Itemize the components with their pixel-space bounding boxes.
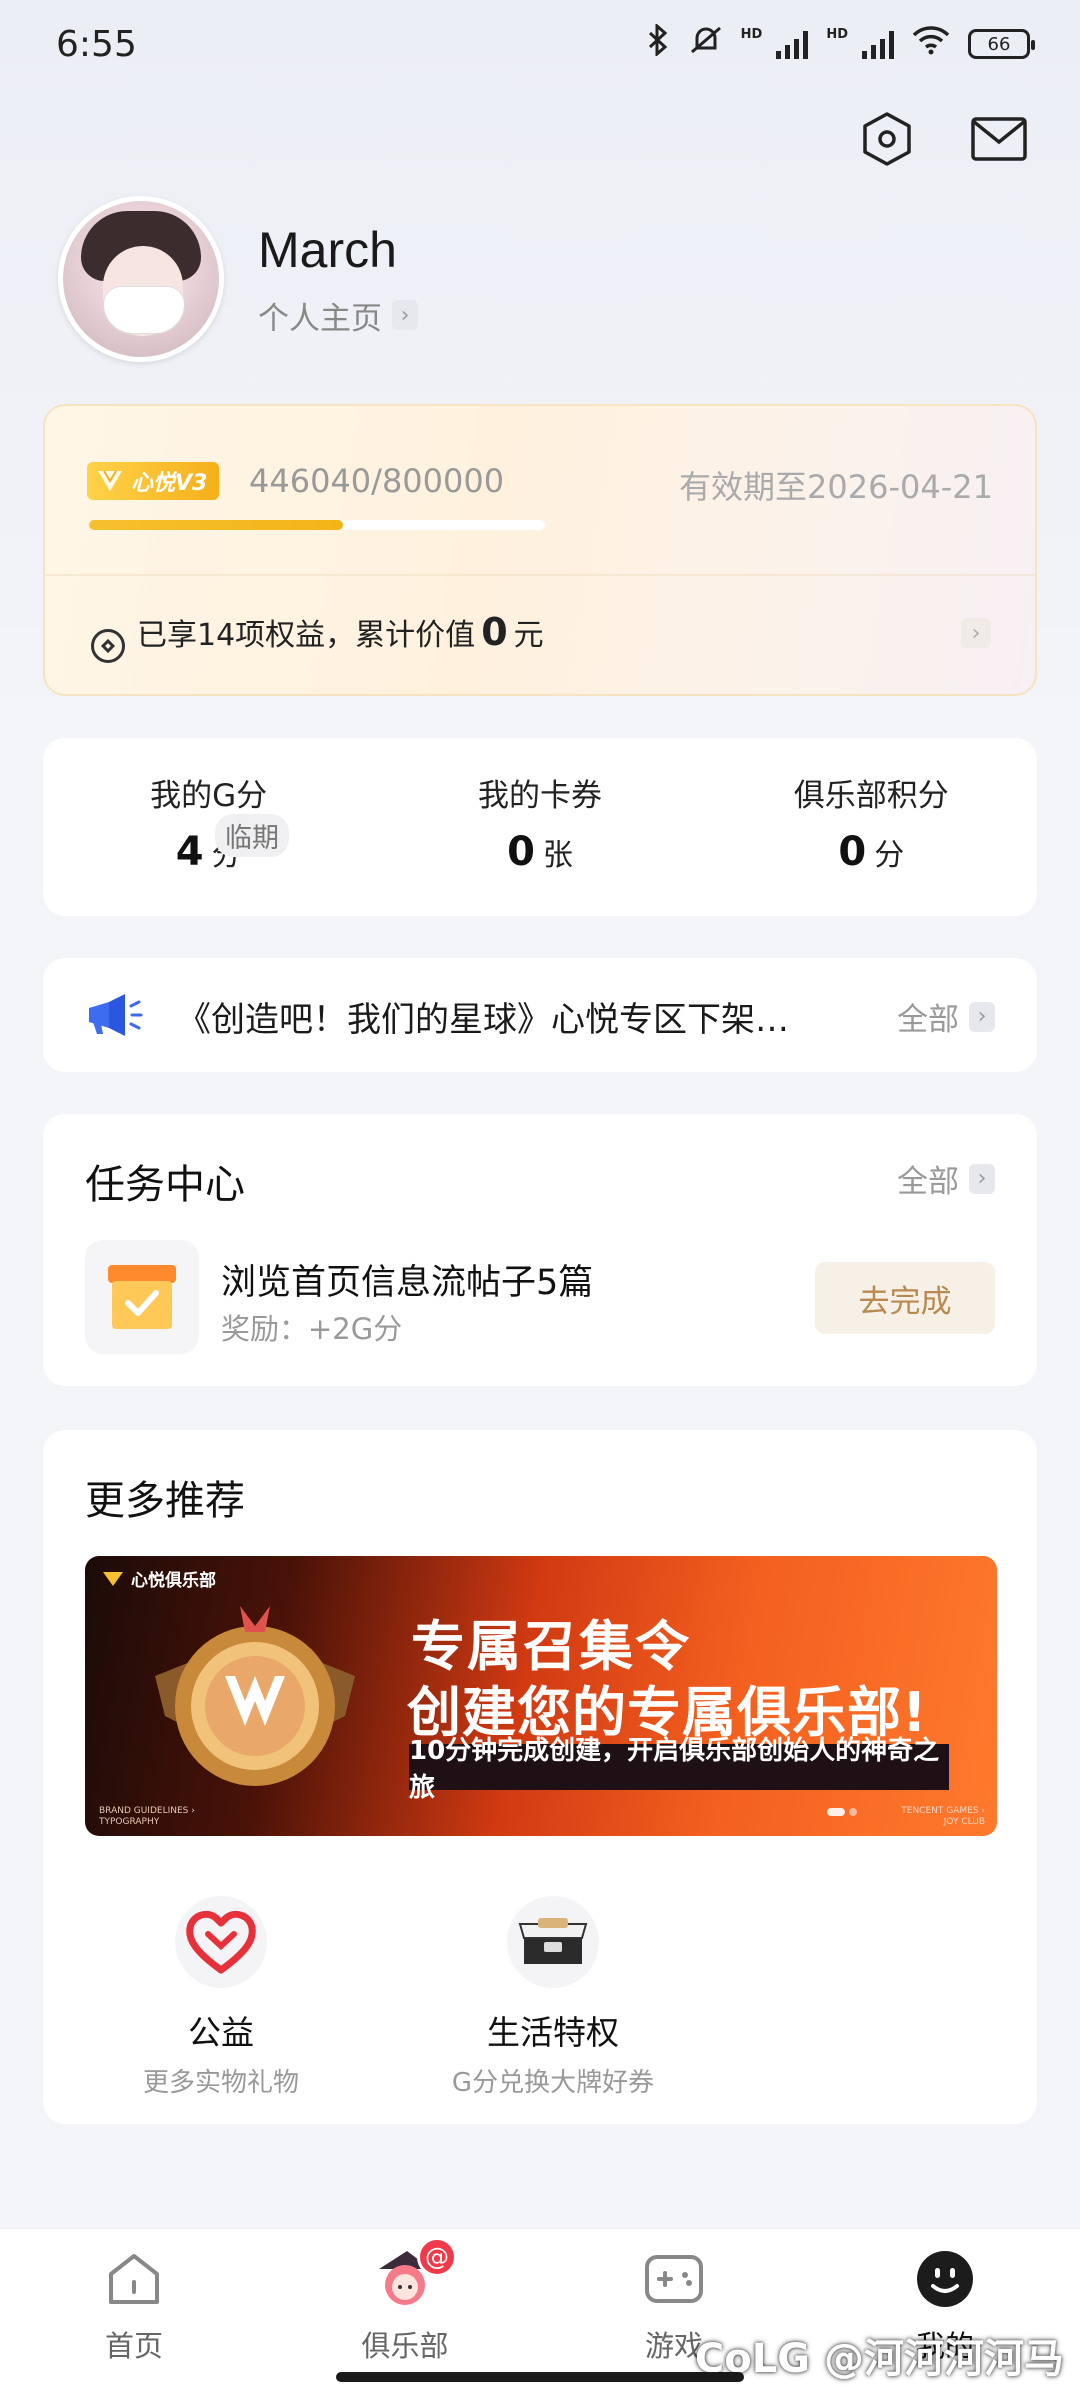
notice-bar[interactable]: 《创造吧！我们的星球》心悦专区下架… 全部 › <box>43 958 1037 1072</box>
task-reward: 奖励：+2G分 <box>221 1312 403 1346</box>
status-time: 6:55 <box>56 24 137 65</box>
task-box-icon <box>85 1240 199 1354</box>
club-emblem-image <box>155 1606 355 1786</box>
gamepad-icon <box>642 2247 706 2311</box>
banner-small-right: TENCENT GAMES › JOY CLUB <box>901 1806 985 1827</box>
hd-label-2: HD <box>826 26 848 42</box>
signal-icon-2 <box>862 29 894 59</box>
vip-progress-bar <box>89 520 545 530</box>
promo-banner[interactable]: 心悦俱乐部 专属召集令 创建您的专属俱乐部! 10分钟完成创建，开启俱乐部创始人… <box>85 1556 997 1836</box>
grid-item-charity[interactable]: 公益 更多实物礼物 <box>91 1896 351 2099</box>
stat-coupons[interactable]: 我的卡券 0 张 <box>374 738 705 916</box>
bluetooth-icon <box>645 22 671 64</box>
profile-header: March 个人主页 › <box>58 196 418 362</box>
tab-club[interactable]: @ 俱乐部 <box>305 2237 505 2365</box>
grid-item-life-privilege[interactable]: 生活特权 G分兑换大牌好券 <box>423 1896 683 2099</box>
heart-icon <box>175 1896 267 1988</box>
signal-icon <box>776 29 809 59</box>
task-center-title: 任务中心 <box>85 1162 245 1208</box>
vip-expire: 有效期至2026-04-21 <box>679 468 993 506</box>
homepage-label: 个人主页 <box>258 300 382 337</box>
task-name: 浏览首页信息流帖子5篇 <box>221 1263 594 1303</box>
benefit-prefix: 已享14项权益，累计价值 <box>137 618 476 653</box>
vip-benefit-summary: 已享14项权益，累计价值 0 元 <box>91 610 544 663</box>
chevron-right-icon: › <box>969 1001 995 1032</box>
grid-item-sub: G分兑换大牌好券 <box>451 2068 655 2098</box>
stat-value-row: 0 分 <box>838 829 904 875</box>
carousel-dots <box>827 1808 857 1816</box>
hd-label: HD <box>740 26 763 42</box>
stat-value: 4 <box>175 829 204 875</box>
stat-value-row: 0 张 <box>507 829 573 875</box>
status-icons: HD HD 66 <box>645 22 1035 64</box>
diamond-icon <box>103 1571 123 1586</box>
megaphone-icon <box>85 992 143 1042</box>
vip-card[interactable]: 心悦V3 446040/800000 有效期至2026-04-21 已享14项权… <box>43 404 1037 696</box>
vip-badge-text: 心悦V3 <box>131 471 208 496</box>
all-label: 全部 <box>897 1164 959 1200</box>
vip-progress-fill <box>89 520 344 530</box>
chevron-right-icon[interactable]: › <box>961 618 991 648</box>
username: March <box>258 221 397 278</box>
settings-hexagon-icon[interactable] <box>856 108 918 170</box>
notice-all-link[interactable]: 全部 › <box>897 994 995 1039</box>
banner-small-left: BRAND GUIDELINES › TYPOGRAPHY <box>99 1806 195 1827</box>
banner-subline: 10分钟完成创建，开启俱乐部创始人的神奇之旅 <box>409 1736 949 1803</box>
stat-label: 我的卡券 <box>477 778 602 814</box>
tab-home[interactable]: 首页 <box>34 2247 234 2365</box>
stat-label: 我的G分 <box>150 778 268 814</box>
benefit-unit: 元 <box>513 618 544 653</box>
tab-label: 俱乐部 <box>361 2329 449 2363</box>
stat-club-points[interactable]: 俱乐部积分 0 分 <box>706 738 1037 916</box>
all-label: 全部 <box>897 1002 959 1038</box>
homepage-link[interactable]: 个人主页 › <box>258 293 418 338</box>
grid-item-title: 公益 <box>188 2013 254 2052</box>
home-indicator[interactable] <box>336 2372 744 2382</box>
expiring-tag: 临期 <box>215 814 289 857</box>
stat-value: 0 <box>507 829 535 875</box>
task-all-link[interactable]: 全部 › <box>897 1156 995 1201</box>
avatar[interactable] <box>58 196 224 362</box>
grid-item-sub: 更多实物礼物 <box>142 2068 299 2098</box>
grid-item-title: 生活特权 <box>487 2013 619 2052</box>
more-title: 更多推荐 <box>85 1478 245 1524</box>
tab-label: 首页 <box>104 2329 163 2363</box>
chevron-right-icon: › <box>392 300 418 330</box>
status-bar: 6:55 HD HD 66 <box>0 0 1080 90</box>
benefit-value: 0 <box>481 610 508 654</box>
divider <box>45 574 1035 576</box>
stat-value: 0 <box>838 829 867 875</box>
me-icon <box>913 2247 977 2311</box>
stat-g-points[interactable]: 我的G分 4 分 临期 <box>43 738 374 916</box>
top-actions <box>856 108 1030 170</box>
task-complete-button[interactable]: 去完成 <box>815 1262 995 1334</box>
stat-label: 俱乐部积分 <box>793 778 949 814</box>
profile-info: March 个人主页 › <box>258 221 418 338</box>
more-recommend-card: 更多推荐 心悦俱乐部 专属召集令 创建您的专属俱乐部! 10分钟完成创建，开启俱… <box>43 1430 1037 2124</box>
task-center-card: 任务中心 全部 › 浏览首页信息流帖子5篇 奖励：+2G分 去完成 <box>43 1114 1037 1386</box>
vip-level-badge: 心悦V3 <box>87 462 220 500</box>
wifi-icon <box>912 25 950 63</box>
diamond-icon <box>98 470 122 491</box>
mute-bell-icon <box>689 24 723 64</box>
battery-icon: 66 <box>968 29 1035 59</box>
notice-text: 《创造吧！我们的星球》心悦专区下架… <box>177 1000 789 1040</box>
home-icon <box>102 2247 166 2311</box>
mail-icon[interactable] <box>968 108 1030 170</box>
stats-card: 我的G分 4 分 临期 我的卡券 0 张 俱乐部积分 0 分 <box>43 738 1037 916</box>
mention-badge: @ <box>417 2237 457 2277</box>
chevron-right-icon: › <box>969 1163 995 1194</box>
vip-points: 446040/800000 <box>249 462 505 500</box>
benefit-icon <box>91 629 125 663</box>
club-avatar-icon: @ <box>373 2237 457 2311</box>
gift-box-icon <box>507 1896 599 1988</box>
watermark-text: CoLG @河河河河马 <box>694 2336 1064 2382</box>
stat-unit: 张 <box>542 838 573 873</box>
stat-unit: 分 <box>874 838 905 873</box>
